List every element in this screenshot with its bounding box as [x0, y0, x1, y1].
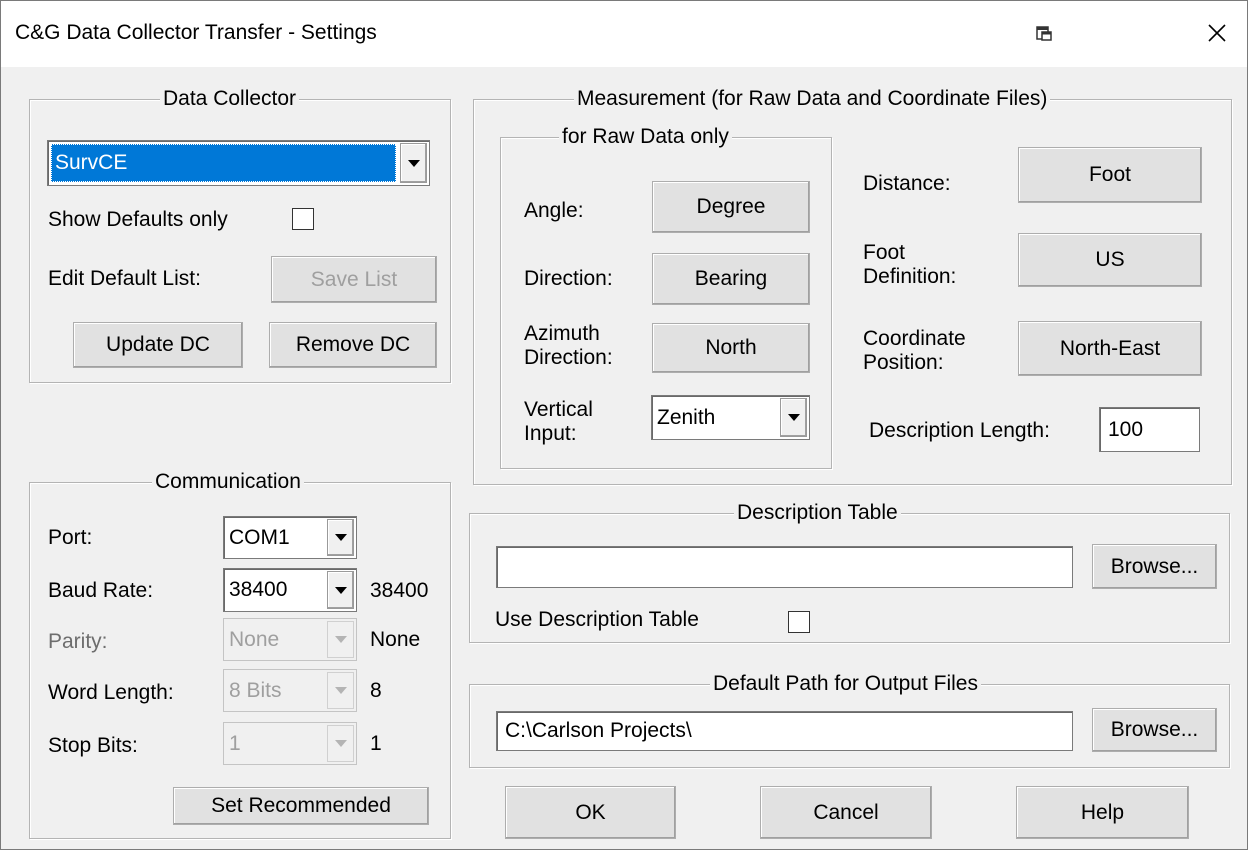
communication-legend: Communication	[152, 470, 304, 494]
vertical-label-line2: Input:	[524, 422, 577, 445]
output-path-legend: Default Path for Output Files	[710, 672, 981, 696]
ok-button[interactable]: OK	[505, 786, 676, 839]
chevron-down-icon	[327, 672, 354, 709]
settings-dialog: C&G Data Collector Transfer - Settings D…	[0, 0, 1248, 850]
coord-pos-label-line1: Coordinate	[863, 327, 966, 350]
distance-label: Distance:	[863, 172, 951, 195]
chevron-down-icon	[327, 621, 354, 658]
vertical-label-line1: Vertical	[524, 398, 593, 421]
direction-button[interactable]: Bearing	[652, 253, 810, 305]
port-select[interactable]: COM1	[223, 516, 357, 559]
description-length-label: Description Length:	[869, 419, 1050, 442]
azimuth-label-line2: Direction:	[524, 346, 613, 369]
set-recommended-button[interactable]: Set Recommended	[173, 787, 429, 825]
output-path-input[interactable]: C:\Carlson Projects\	[496, 711, 1073, 751]
distance-button[interactable]: Foot	[1018, 147, 1202, 203]
foot-definition-button[interactable]: US	[1018, 233, 1202, 287]
word-length-display: 8	[370, 679, 382, 702]
coordinate-position-button[interactable]: North-East	[1018, 321, 1202, 376]
chevron-down-icon	[327, 725, 354, 762]
chevron-down-icon[interactable]	[327, 571, 354, 609]
data-collector-value: SurvCE	[51, 144, 396, 182]
parity-value: None	[229, 627, 280, 651]
chevron-down-icon[interactable]	[780, 398, 807, 437]
baud-rate-select[interactable]: 38400	[223, 568, 357, 612]
output-path-browse-button[interactable]: Browse...	[1092, 708, 1217, 752]
word-length-label: Word Length:	[48, 681, 174, 704]
port-label: Port:	[48, 526, 93, 549]
help-button[interactable]: Help	[1016, 786, 1189, 839]
azimuth-direction-button[interactable]: North	[652, 323, 810, 373]
vertical-input-select[interactable]: Zenith	[651, 395, 810, 440]
chevron-down-icon[interactable]	[400, 143, 427, 183]
chevron-down-icon[interactable]	[327, 519, 354, 556]
stop-bits-label: Stop Bits:	[48, 734, 138, 757]
stop-bits-select[interactable]: 1	[223, 722, 357, 765]
foot-definition-label: Foot Definition:	[863, 241, 956, 289]
description-length-input[interactable]: 100	[1099, 407, 1200, 452]
port-value: COM1	[229, 525, 290, 549]
azimuth-direction-label: Azimuth Direction:	[524, 322, 613, 370]
description-table-input[interactable]	[496, 546, 1073, 588]
baud-rate-value: 38400	[229, 578, 288, 601]
close-icon[interactable]	[1199, 15, 1235, 51]
stop-bits-value: 1	[229, 731, 241, 755]
angle-label: Angle:	[524, 199, 584, 222]
description-table-legend: Description Table	[734, 501, 901, 525]
update-dc-button[interactable]: Update DC	[73, 322, 243, 368]
azimuth-label-line1: Azimuth	[524, 322, 600, 345]
baud-rate-display: 38400	[370, 579, 429, 602]
vertical-input-label: Vertical Input:	[524, 398, 593, 446]
parity-display: None	[370, 628, 421, 651]
show-defaults-label: Show Defaults only	[48, 208, 228, 231]
window-title: C&G Data Collector Transfer - Settings	[15, 21, 377, 44]
use-description-table-checkbox[interactable]	[788, 611, 810, 633]
coord-pos-label-line2: Position:	[863, 351, 944, 374]
show-defaults-checkbox[interactable]	[292, 208, 314, 230]
coordinate-position-label: Coordinate Position:	[863, 327, 966, 375]
description-table-browse-button[interactable]: Browse...	[1092, 544, 1217, 589]
word-length-value: 8 Bits	[229, 678, 282, 702]
title-bar[interactable]: C&G Data Collector Transfer - Settings	[1, 1, 1247, 67]
vertical-input-value: Zenith	[657, 405, 716, 429]
data-collector-legend: Data Collector	[160, 87, 300, 111]
measurement-legend: Measurement (for Raw Data and Coordinate…	[574, 87, 1051, 111]
data-collector-select[interactable]: SurvCE	[47, 140, 430, 186]
word-length-select[interactable]: 8 Bits	[223, 669, 357, 712]
edit-default-label: Edit Default List:	[48, 267, 201, 290]
use-description-table-label: Use Description Table	[495, 608, 699, 631]
restore-window-icon[interactable]	[1026, 15, 1062, 51]
remove-dc-button[interactable]: Remove DC	[269, 322, 437, 368]
stop-bits-display: 1	[370, 732, 382, 755]
direction-label: Direction:	[524, 267, 613, 290]
parity-select[interactable]: None	[223, 618, 357, 661]
parity-label: Parity:	[48, 630, 108, 653]
raw-data-legend: for Raw Data only	[559, 125, 732, 149]
save-list-button[interactable]: Save List	[271, 256, 437, 303]
baud-rate-label: Baud Rate:	[48, 579, 154, 602]
foot-def-label-line2: Definition:	[863, 265, 957, 288]
foot-def-label-line1: Foot	[863, 241, 906, 264]
angle-button[interactable]: Degree	[652, 181, 810, 233]
cancel-button[interactable]: Cancel	[760, 786, 932, 839]
